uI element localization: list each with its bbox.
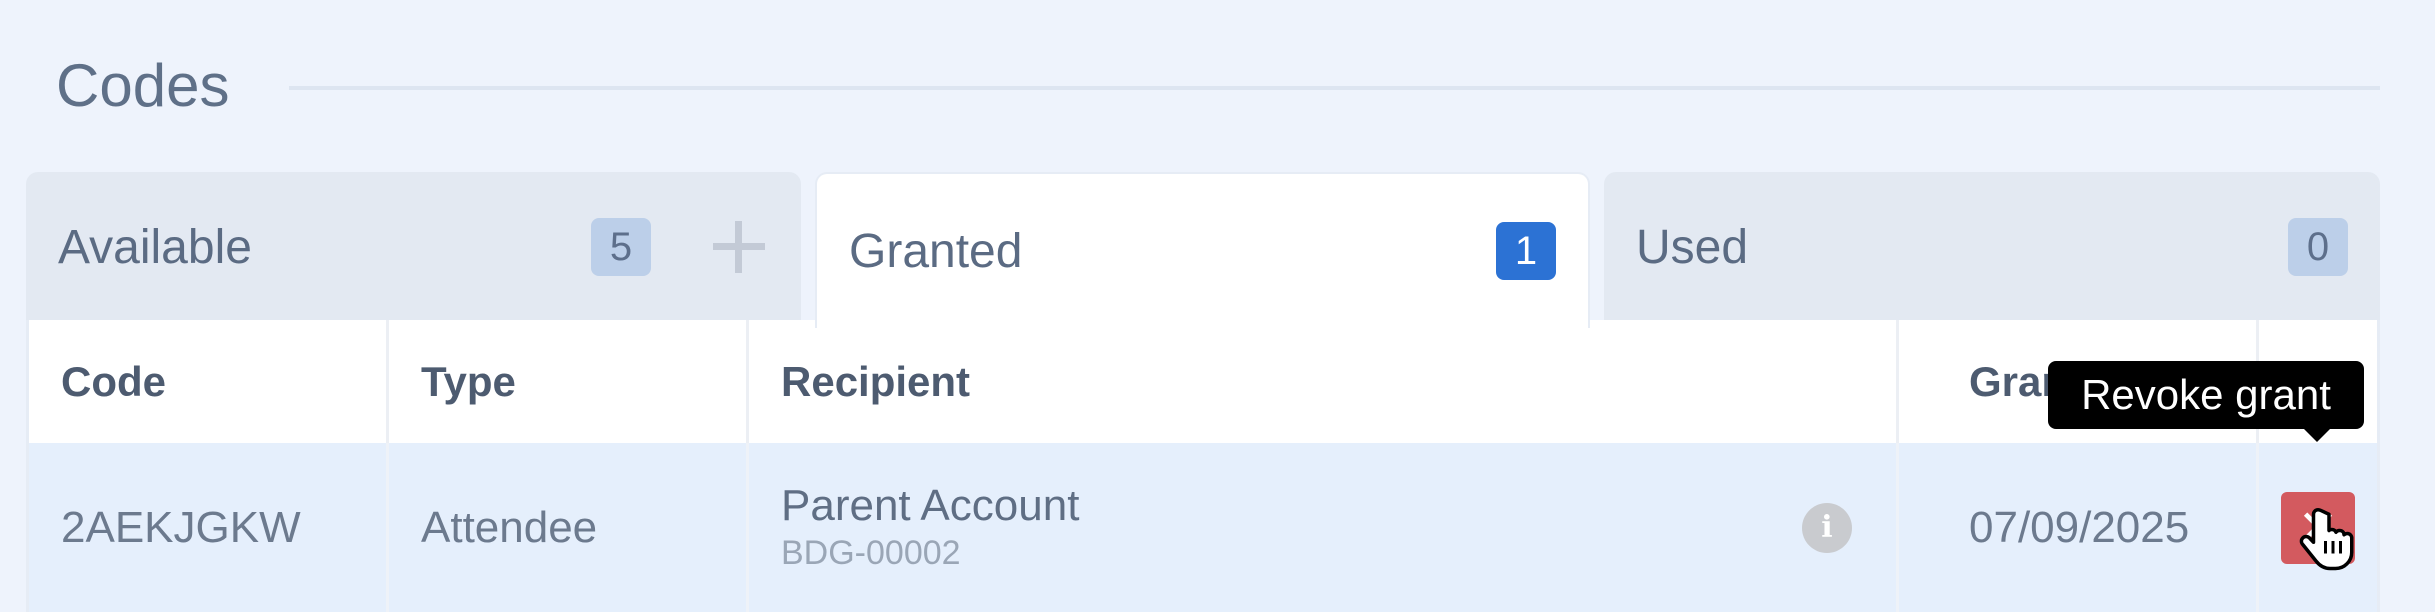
type-value: Attendee (421, 502, 598, 552)
section-divider (289, 86, 2380, 90)
tab-used-count-badge: 0 (2288, 218, 2348, 276)
tooltip-arrow (2303, 428, 2331, 442)
section-header: Codes (56, 40, 2380, 130)
column-header-type[interactable]: Type (389, 320, 749, 443)
tab-available-label: Available (58, 220, 252, 274)
column-header-code[interactable]: Code (29, 320, 389, 443)
section-title: Codes (56, 51, 230, 119)
plus-icon[interactable] (709, 217, 769, 277)
type-cell: Attendee (389, 443, 749, 612)
tab-available[interactable]: Available 5 (26, 172, 801, 322)
tab-available-count-badge: 5 (591, 218, 651, 276)
column-header-code-label: Code (61, 357, 166, 405)
recipient-name: Parent Account (781, 480, 1080, 530)
column-header-type-label: Type (421, 357, 516, 405)
table-header-row: Code Type Recipient Granted (29, 320, 2377, 443)
tab-granted-label: Granted (849, 224, 1023, 278)
recipient-cell: Parent Account BDG-00002 i (749, 443, 1899, 612)
table-row[interactable]: 2AEKJGKW Attendee Parent Account BDG-000… (29, 443, 2377, 612)
column-header-recipient[interactable]: Recipient (749, 320, 1899, 443)
info-icon[interactable]: i (1802, 502, 1852, 553)
granted-date-cell: 07/09/2025 (1899, 443, 2259, 612)
code-cell: 2AEKJGKW (29, 443, 389, 612)
codes-table: Code Type Recipient Granted 2AEKJGKW Att… (26, 320, 2380, 612)
tab-used-label: Used (1636, 220, 1749, 274)
revoke-grant-tooltip: Revoke grant (2048, 361, 2364, 429)
recipient-id: BDG-00002 (781, 533, 961, 572)
column-header-recipient-label: Recipient (781, 357, 971, 405)
hand-pointer-icon (2299, 508, 2354, 571)
tab-used[interactable]: Used 0 (1604, 172, 2380, 322)
tab-granted-count-badge: 1 (1496, 222, 1556, 280)
tab-granted[interactable]: Granted 1 (815, 172, 1590, 328)
code-value: 2AEKJGKW (61, 502, 301, 552)
recipient-info: Parent Account BDG-00002 (781, 481, 1802, 575)
granted-date-value: 07/09/2025 (1969, 502, 2190, 552)
